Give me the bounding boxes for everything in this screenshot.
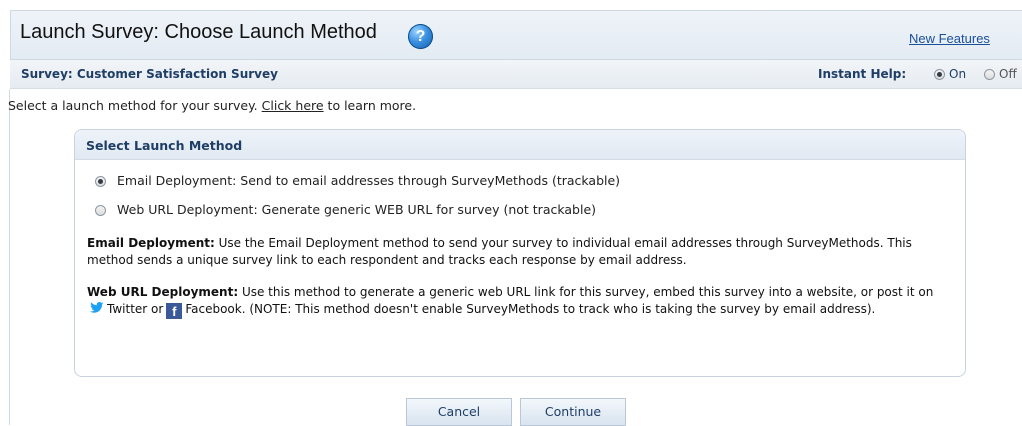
launch-method-panel: Select Launch Method Email Deployment: S… <box>74 129 966 377</box>
instant-help-on-radio[interactable] <box>934 69 945 80</box>
new-features-link[interactable]: New Features <box>909 31 990 46</box>
page-title: Launch Survey: Choose Launch Method <box>20 21 377 43</box>
web-url-deployment-description: Web URL Deployment: Use this method to g… <box>87 284 957 319</box>
help-question-icon[interactable]: ? <box>408 24 433 49</box>
instant-help-on-label: On <box>949 67 967 81</box>
instant-help-off-label: Off <box>999 67 1017 81</box>
instant-help-off-option[interactable]: Off <box>984 67 1017 81</box>
survey-subheader: Survey: Customer Satisfaction Survey Ins… <box>10 60 1022 89</box>
twitter-bird-icon[interactable] <box>90 302 104 314</box>
survey-name-label: Survey: Customer Satisfaction Survey <box>21 67 278 81</box>
continue-button[interactable]: Continue <box>520 398 626 426</box>
web-url-deployment-radio[interactable] <box>95 205 106 216</box>
web-url-deployment-desc-text: Use this method to generate a generic we… <box>238 285 934 299</box>
web-url-deployment-option[interactable]: Web URL Deployment: Generate generic WEB… <box>95 202 596 217</box>
email-deployment-description: Email Deployment: Use the Email Deployme… <box>87 235 957 269</box>
intro-text: Select a launch method for your survey. … <box>8 98 416 113</box>
web-url-deployment-desc-heading: Web URL Deployment: <box>87 285 239 299</box>
learn-more-link[interactable]: Click here <box>262 98 324 113</box>
page-header: Launch Survey: Choose Launch Method ? Ne… <box>10 10 1022 60</box>
intro-text-after: to learn more. <box>323 98 417 113</box>
launch-method-panel-title: Select Launch Method <box>86 138 243 153</box>
twitter-label[interactable]: Twitter or <box>107 302 163 316</box>
email-deployment-option[interactable]: Email Deployment: Send to email addresse… <box>95 173 620 188</box>
content-left-border <box>9 89 10 425</box>
email-deployment-radio[interactable] <box>95 176 106 187</box>
facebook-label[interactable]: Facebook. (NOTE: This method doesn't ena… <box>185 302 875 316</box>
instant-help-on-option[interactable]: On <box>934 67 966 81</box>
intro-text-before: Select a launch method for your survey. <box>8 98 262 113</box>
email-deployment-label: Email Deployment: Send to email addresse… <box>117 173 621 188</box>
instant-help-label: Instant Help: <box>818 67 907 81</box>
facebook-icon[interactable]: f <box>166 303 183 319</box>
web-url-deployment-label: Web URL Deployment: Generate generic WEB… <box>117 202 597 217</box>
cancel-button[interactable]: Cancel <box>406 398 512 426</box>
email-deployment-desc-heading: Email Deployment: <box>87 236 215 250</box>
instant-help-off-radio[interactable] <box>984 69 995 80</box>
